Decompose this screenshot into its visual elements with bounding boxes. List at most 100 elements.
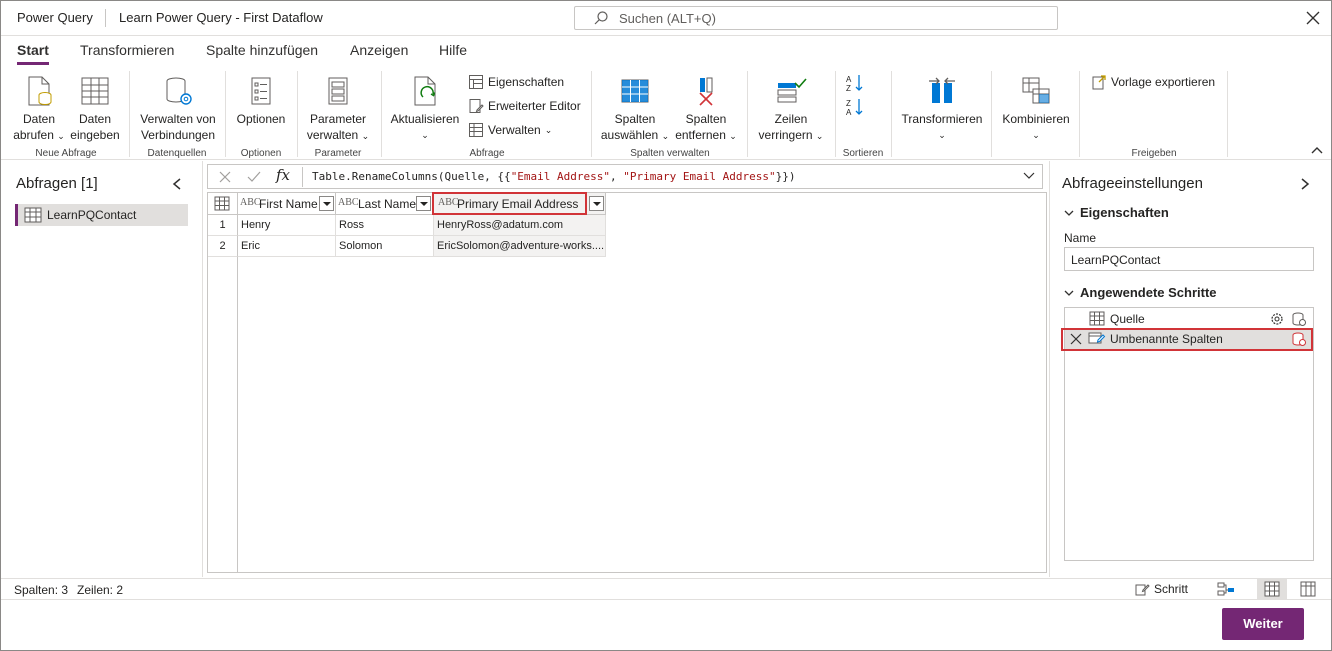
- column-header-first-name[interactable]: ABC First Name: [238, 193, 336, 215]
- column-filter-dropdown[interactable]: [319, 196, 334, 211]
- table-cell[interactable]: Eric: [238, 236, 336, 257]
- step-item[interactable]: Quelle: [1065, 309, 1313, 329]
- chevron-down-icon: ⌄: [661, 131, 670, 141]
- check-icon[interactable]: [246, 170, 262, 184]
- refresh-icon: [414, 76, 436, 106]
- step-info-icon[interactable]: [1291, 311, 1307, 327]
- daten-eingeben-button[interactable]: Daten eingeben: [67, 75, 123, 143]
- step-info-icon[interactable]: [1291, 331, 1307, 347]
- row-number: 1: [208, 215, 238, 236]
- expand-pane-icon[interactable]: [1299, 177, 1311, 191]
- tab-start[interactable]: Start: [17, 42, 49, 58]
- cancel-icon[interactable]: [218, 170, 232, 184]
- kombinieren-button[interactable]: Kombinieren ⌄: [997, 75, 1075, 143]
- selected-indicator: [15, 204, 18, 226]
- row-number: 2: [208, 236, 238, 257]
- group-separator: [991, 71, 992, 157]
- tab-anzeigen[interactable]: Anzeigen: [350, 42, 408, 58]
- table-cell[interactable]: Ross: [336, 215, 434, 236]
- sort-ascending-icon: AZ: [846, 75, 863, 93]
- daten-abrufen-label-2: abrufen: [13, 128, 54, 142]
- search-icon: [594, 11, 608, 25]
- text-type-icon: ABC: [240, 197, 261, 208]
- column-filter-dropdown[interactable]: [416, 196, 431, 211]
- step-view-label: Schritt: [1154, 582, 1189, 596]
- collapse-ribbon-icon[interactable]: [1310, 145, 1324, 155]
- table-cell[interactable]: Henry: [238, 215, 336, 236]
- svg-text:Z: Z: [846, 84, 851, 93]
- group-parameter: Parameter: [314, 148, 362, 159]
- gear-icon[interactable]: [1269, 311, 1285, 327]
- get-data-icon: [28, 76, 52, 106]
- formula-bar[interactable]: fx Table.RenameColumns(Quelle, {{"Email …: [207, 164, 1043, 189]
- close-icon[interactable]: [1304, 9, 1322, 27]
- table-cell[interactable]: HenryRoss@adatum.com: [434, 215, 606, 236]
- query-item[interactable]: LearnPQContact: [15, 204, 188, 226]
- formula-mid: ,: [610, 170, 624, 183]
- zeilen-verringern-label-1: Zeilen: [774, 112, 808, 126]
- formula-string-2: "Primary Email Address": [623, 170, 776, 183]
- query-settings-pane: Abfrageeinstellungen Eigenschaften Name …: [1049, 161, 1331, 577]
- table-menu-button[interactable]: [208, 193, 238, 215]
- tab-transformieren[interactable]: Transformieren: [80, 42, 174, 58]
- eigenschaften-label: Eigenschaften: [488, 75, 565, 89]
- schema-view-icon[interactable]: [1300, 581, 1316, 597]
- step-view-button[interactable]: Schritt: [1134, 581, 1188, 597]
- verwalten-verbindungen-button[interactable]: Verwalten von Verbindungen: [135, 75, 221, 143]
- step-item-selected[interactable]: Umbenannte Spalten: [1061, 328, 1313, 351]
- ribbon-tabs: Start Transformieren Spalte hinzufügen A…: [1, 37, 1331, 67]
- search-box[interactable]: Suchen (ALT+Q): [574, 6, 1058, 30]
- aktualisieren-button[interactable]: Aktualisieren ⌄: [387, 75, 463, 143]
- table-icon: [214, 196, 230, 211]
- query-name-input[interactable]: LearnPQContact: [1064, 247, 1314, 271]
- parameter-verwalten-button[interactable]: Parameter verwalten ⌄: [301, 75, 375, 144]
- ribbon: Daten abrufen ⌄ Daten eingeben Neue Abfr…: [1, 67, 1331, 160]
- applied-steps-label: Angewendete Schritte: [1080, 285, 1217, 300]
- table-cell[interactable]: EricSolomon@adventure-works....: [434, 236, 606, 257]
- vorlage-exportieren-button[interactable]: Vorlage exportieren: [1091, 74, 1215, 90]
- transformieren-button[interactable]: Transformieren ⌄: [897, 75, 987, 143]
- data-grid: ABC First Name ABC Last Name ABC Primary…: [207, 192, 1047, 573]
- table-cell[interactable]: Solomon: [336, 236, 434, 257]
- title-separator: [105, 9, 106, 27]
- spalten-entfernen-button[interactable]: Spalten entfernen ⌄: [671, 75, 741, 144]
- zeilen-verringern-button[interactable]: Zeilen verringern ⌄: [753, 75, 829, 144]
- chevron-down-icon: ⌄: [1032, 130, 1040, 140]
- transform-icon: [929, 77, 955, 103]
- text-type-icon: ABC: [438, 197, 459, 208]
- chevron-down-icon: ⌄: [421, 130, 429, 140]
- sort-ascending-button[interactable]: AZ: [845, 73, 869, 96]
- kombinieren-label: Kombinieren: [1002, 112, 1070, 126]
- properties-section-header[interactable]: Eigenschaften: [1064, 205, 1169, 220]
- formula-text[interactable]: Table.RenameColumns(Quelle, {{"Email Add…: [312, 170, 795, 183]
- table-view-button[interactable]: [1257, 579, 1287, 600]
- combine-icon: [1022, 77, 1050, 104]
- daten-eingeben-label-2: eingeben: [70, 128, 120, 142]
- column-header-primary-email[interactable]: ABC Primary Email Address: [432, 192, 606, 215]
- spalten-entfernen-label-1: Spalten: [685, 112, 727, 126]
- diagram-view-icon[interactable]: [1217, 581, 1235, 597]
- column-header-last-name[interactable]: ABC Last Name: [336, 193, 434, 215]
- text-type-icon: ABC: [338, 197, 359, 208]
- daten-abrufen-button[interactable]: Daten abrufen ⌄: [9, 75, 69, 144]
- verwalten-button[interactable]: Verwalten ⌄: [468, 122, 552, 138]
- collapse-pane-icon[interactable]: [171, 177, 183, 191]
- spalten-auswaehlen-button[interactable]: Spalten auswählen ⌄: [599, 75, 671, 144]
- optionen-button[interactable]: Optionen: [231, 75, 291, 127]
- sort-descending-button[interactable]: ZA: [845, 97, 869, 120]
- column-filter-dropdown[interactable]: [589, 196, 604, 211]
- tab-hilfe[interactable]: Hilfe: [439, 42, 467, 58]
- properties-label: Eigenschaften: [1080, 205, 1169, 220]
- delete-step-icon[interactable]: [1069, 332, 1083, 346]
- erweiterter-editor-button[interactable]: Erweiterter Editor: [468, 98, 581, 114]
- group-spalten-verwalten: Spalten verwalten: [630, 148, 710, 159]
- tab-spalte-hinzufuegen[interactable]: Spalte hinzufügen: [206, 42, 318, 58]
- expand-formula-icon[interactable]: [1022, 171, 1036, 181]
- vorlage-exportieren-label: Vorlage exportieren: [1111, 75, 1216, 89]
- formula-separator: [302, 167, 303, 187]
- eigenschaften-button[interactable]: Eigenschaften: [468, 74, 564, 90]
- row-number-column: [208, 215, 238, 573]
- document-title: Learn Power Query - First Dataflow: [119, 10, 323, 25]
- weiter-button[interactable]: Weiter: [1222, 608, 1304, 640]
- steps-section-header[interactable]: Angewendete Schritte: [1064, 285, 1217, 300]
